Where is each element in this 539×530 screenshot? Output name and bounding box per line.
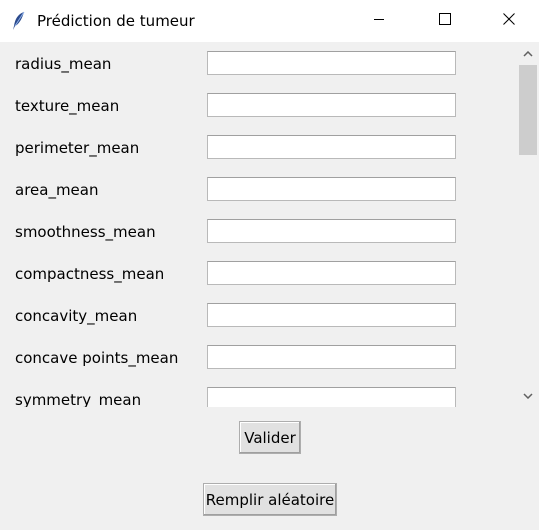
close-button[interactable]: [486, 0, 532, 42]
field-row-symmetry-mean: symmetry_mean: [2, 379, 516, 407]
smoothness-mean-input[interactable]: [207, 219, 456, 243]
field-row-perimeter-mean: perimeter_mean: [2, 127, 516, 169]
scroll-up-button[interactable]: [517, 43, 539, 63]
concave-points-mean-input[interactable]: [207, 345, 456, 369]
close-icon: [503, 12, 515, 30]
perimeter-mean-input[interactable]: [207, 135, 456, 159]
field-row-compactness-mean: compactness_mean: [2, 253, 516, 295]
chevron-down-icon: [523, 386, 533, 404]
chevron-up-icon: [523, 44, 533, 62]
scrollbar-thumb[interactable]: [519, 65, 537, 155]
field-label: radius_mean: [15, 55, 112, 73]
field-label: concavity_mean: [15, 307, 138, 325]
field-label: smoothness_mean: [15, 223, 156, 241]
area-mean-input[interactable]: [207, 177, 456, 201]
field-row-concave-points-mean: concave points_mean: [2, 337, 516, 379]
field-row-concavity-mean: concavity_mean: [2, 295, 516, 337]
title-bar[interactable]: Prédiction de tumeur: [0, 0, 539, 42]
maximize-button[interactable]: [422, 0, 468, 42]
radius-mean-input[interactable]: [207, 51, 456, 75]
field-label: area_mean: [15, 181, 99, 199]
minimize-button[interactable]: [356, 0, 402, 42]
field-label: symmetry_mean: [15, 391, 142, 407]
field-row-area-mean: area_mean: [2, 169, 516, 211]
app-window: Prédiction de tumeur radius_mean texture…: [0, 0, 539, 530]
field-label: perimeter_mean: [15, 139, 140, 157]
field-label: texture_mean: [15, 97, 120, 115]
maximize-icon: [439, 12, 451, 30]
field-row-texture-mean: texture_mean: [2, 85, 516, 127]
compactness-mean-input[interactable]: [207, 261, 456, 285]
random-fill-button[interactable]: Remplir aléatoire: [203, 483, 337, 516]
field-label: concave points_mean: [15, 349, 179, 367]
feather-icon: [12, 11, 26, 31]
scroll-down-button[interactable]: [517, 385, 539, 405]
window-title: Prédiction de tumeur: [37, 12, 195, 30]
field-row-radius-mean: radius_mean: [2, 43, 516, 85]
field-row-smoothness-mean: smoothness_mean: [2, 211, 516, 253]
vertical-scrollbar[interactable]: [517, 43, 539, 407]
field-label: compactness_mean: [15, 265, 165, 283]
symmetry-mean-input[interactable]: [207, 387, 456, 407]
texture-mean-input[interactable]: [207, 93, 456, 117]
validate-button[interactable]: Valider: [239, 421, 301, 454]
concavity-mean-input[interactable]: [207, 303, 456, 327]
form-scroll-area: radius_mean texture_mean perimeter_mean …: [2, 43, 516, 407]
minimize-icon: [373, 12, 385, 30]
